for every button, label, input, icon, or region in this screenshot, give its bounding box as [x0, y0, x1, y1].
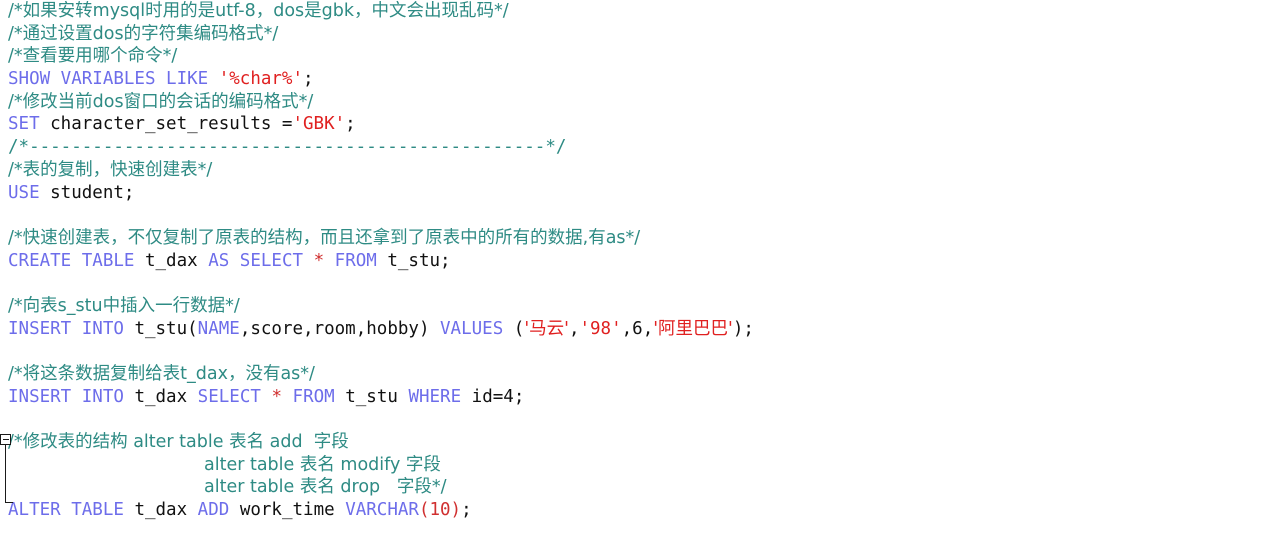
code-line[interactable]: /*--------------------------------------… — [0, 136, 754, 159]
code-line[interactable]: /*向表s_stu中插入一行数据*/ — [0, 295, 754, 318]
code-content[interactable]: /*如果安转mysql时用的是utf-8，dos是gbk，中文会出现乱码*//*… — [0, 0, 754, 522]
code-token-kw: FROM — [334, 250, 377, 271]
code-token-punct: * — [271, 386, 282, 407]
code-token-cmt: /*通过设置dos的字符集编码格式*/ — [8, 23, 279, 44]
code-line[interactable]: /*表的复制，快速创建表*/ — [0, 159, 754, 182]
code-token-kw: INSERT INTO — [8, 386, 124, 407]
code-token-cmt: alter table 表名 modify 字段 — [204, 454, 441, 475]
code-token-plain: student; — [39, 182, 135, 203]
code-line[interactable] — [0, 408, 754, 431]
code-token-plain: t_dax — [123, 500, 198, 521]
code-token-kw: USE — [8, 182, 40, 203]
code-line[interactable]: /*查看要用哪个命令*/ — [0, 45, 754, 68]
code-line[interactable]: /*修改表的结构 alter table 表名 add 字段 — [0, 431, 754, 454]
code-line[interactable]: SHOW VARIABLES LIKE '%char%'; — [0, 68, 754, 91]
code-token-kw: ADD — [197, 500, 230, 521]
code-fold-marker[interactable] — [0, 434, 14, 510]
code-token-kw: WHERE — [408, 386, 462, 407]
code-token-kw: SELECT — [197, 386, 261, 407]
sql-code-editor[interactable]: /*如果安转mysql时用的是utf-8，dos是gbk，中文会出现乱码*//*… — [0, 0, 1271, 542]
code-line[interactable] — [0, 340, 754, 363]
fold-range-end — [4, 501, 13, 504]
code-token-kw: AS SELECT — [208, 250, 304, 271]
code-token-plain: ,6, — [621, 318, 654, 339]
code-line[interactable]: /*通过设置dos的字符集编码格式*/ — [0, 23, 754, 46]
code-line[interactable] — [0, 272, 754, 295]
code-token-cmt: /*表的复制，快速创建表*/ — [8, 159, 213, 180]
code-token-plain: t_dax — [134, 250, 209, 271]
code-line[interactable]: INSERT INTO t_stu(NAME,score,room,hobby)… — [0, 318, 754, 341]
code-token-str: '98' — [579, 318, 622, 339]
code-token-plain: ); — [732, 318, 754, 339]
code-token-kw: INSERT INTO — [8, 318, 124, 339]
code-line[interactable]: alter table 表名 drop 字段*/ — [0, 476, 754, 499]
code-token-plain: id=4; — [461, 386, 525, 407]
code-token-plain: , — [568, 318, 580, 339]
code-token-plain: ,score,room,hobby) — [239, 318, 441, 339]
code-token-plain: ; — [303, 69, 314, 90]
code-token-cmt: /*修改当前dos窗口的会话的编码格式*/ — [8, 91, 314, 112]
code-token-kw: SHOW VARIABLES LIKE — [8, 69, 219, 90]
code-token-str: '%char%' — [218, 69, 304, 90]
code-line[interactable]: CREATE TABLE t_dax AS SELECT * FROM t_st… — [0, 250, 754, 273]
code-token-plain: t_stu; — [376, 250, 451, 271]
code-token-plain: ; — [461, 500, 472, 521]
collapse-minus-icon[interactable] — [0, 434, 11, 445]
code-token-cmt: alter table 表名 drop 字段*/ — [204, 477, 447, 498]
code-line[interactable]: /*修改当前dos窗口的会话的编码格式*/ — [0, 91, 754, 114]
code-token-str: '阿里巴巴' — [653, 318, 733, 339]
code-line[interactable]: ALTER TABLE t_dax ADD work_time VARCHAR(… — [0, 499, 754, 522]
code-token-punct: * — [313, 250, 325, 271]
code-line[interactable]: /*将这条数据复制给表t_dax，没有as*/ — [0, 363, 754, 386]
code-token-cmt: /*将这条数据复制给表t_dax，没有as*/ — [8, 364, 315, 384]
code-token-str: '马云' — [524, 318, 569, 339]
code-token-plain: ( — [503, 318, 525, 339]
code-token-cmt: /*如果安转mysql时用的是utf-8，dos是gbk，中文会出现乱码*/ — [8, 1, 509, 21]
code-token-cmt: /*--------------------------------------… — [8, 137, 567, 158]
code-token-kw: VALUES — [440, 318, 504, 339]
code-token-cmt: /*查看要用哪个命令*/ — [8, 46, 178, 67]
code-token-plain: character_set_results = — [39, 114, 293, 135]
code-token-plain: ; — [345, 114, 356, 135]
code-line[interactable]: USE student; — [0, 182, 754, 205]
code-token-kw: VARCHAR — [345, 500, 419, 521]
code-token-kw: CREATE TABLE — [8, 250, 135, 271]
code-token-cmt: /*快速创建表，不仅复制了原表的结构，而且还拿到了原表中的所有的数据,有as*/ — [8, 227, 641, 248]
code-line[interactable]: SET character_set_results ='GBK'; — [0, 113, 754, 136]
code-token-kw: NAME — [197, 318, 240, 339]
code-token-plain: t_stu( — [123, 318, 198, 339]
code-token-plain: t_dax — [123, 386, 198, 407]
code-line[interactable]: /*如果安转mysql时用的是utf-8，dos是gbk，中文会出现乱码*/ — [0, 0, 754, 23]
code-line[interactable]: /*快速创建表，不仅复制了原表的结构，而且还拿到了原表中的所有的数据,有as*/ — [0, 227, 754, 250]
code-token-kw: ALTER TABLE — [8, 500, 124, 521]
code-token-kw: FROM — [292, 386, 335, 407]
code-line[interactable]: alter table 表名 modify 字段 — [0, 454, 754, 477]
code-token-cmt: /*修改表的结构 alter table 表名 add 字段 — [8, 432, 349, 453]
code-line[interactable] — [0, 204, 754, 227]
code-line[interactable]: INSERT INTO t_dax SELECT * FROM t_stu WH… — [0, 386, 754, 409]
code-token-str: 'GBK' — [292, 114, 346, 135]
fold-range-line — [4, 445, 7, 503]
code-token-punct: (10) — [418, 500, 462, 521]
code-token-plain: t_stu — [334, 386, 409, 407]
code-token-cmt: /*向表s_stu中插入一行数据*/ — [8, 295, 240, 316]
code-token-kw: SET — [8, 114, 40, 135]
code-token-plain: work_time — [229, 500, 346, 521]
